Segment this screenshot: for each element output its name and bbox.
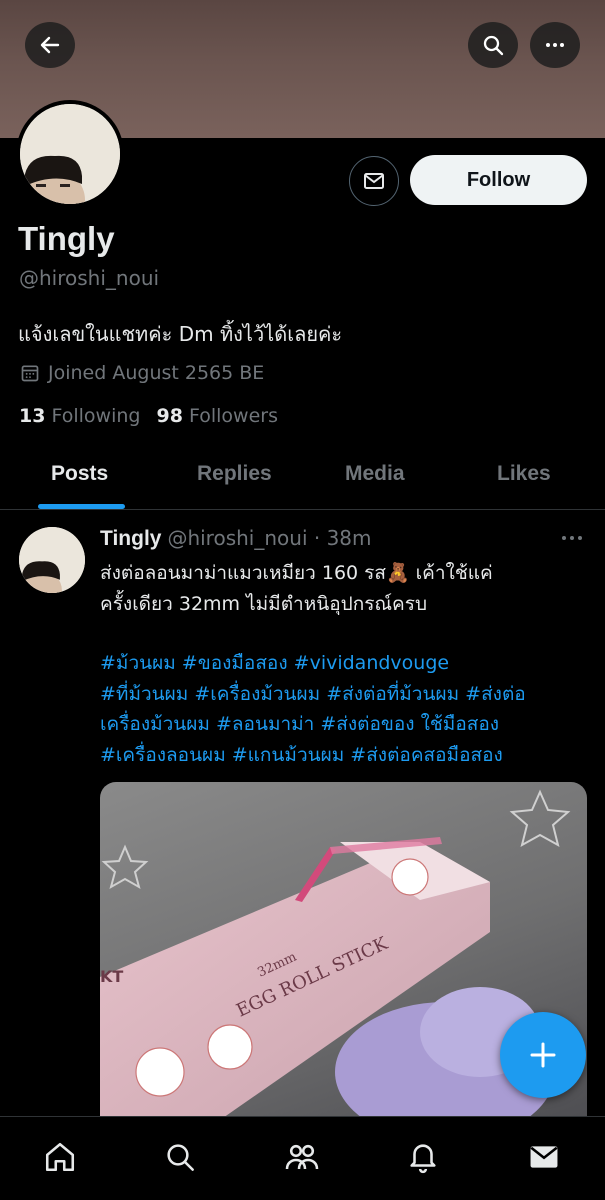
nav-search[interactable] [160, 1137, 200, 1177]
follow-stats: 13 Following 98 Followers [19, 405, 278, 427]
profile-bio: แจ้งเลขในแชทค่ะ Dm ทิ้งไว้ได้เลยค่ะ [18, 322, 343, 346]
post-handle-time: @hiroshi_noui · 38m [167, 526, 372, 550]
search-icon [167, 1144, 194, 1171]
nav-messages[interactable] [524, 1137, 564, 1177]
profile-name: Tingly [18, 220, 115, 257]
calendar-icon [21, 365, 39, 382]
post-author-name[interactable]: Tingly [100, 527, 161, 551]
following-link[interactable]: 13 Following [19, 405, 140, 427]
bottom-navigation [0, 1116, 605, 1200]
followers-link[interactable]: 98 Followers [156, 405, 278, 427]
svg-text:KT: KT [100, 967, 123, 986]
tab-likes[interactable]: Likes [497, 462, 551, 486]
post-header: Tingly @hiroshi_noui · 38m [100, 526, 372, 551]
post-text: ส่งต่อลอนมาม่าแมวเหมียว 160 รส🧸 เค้าใช้แ… [100, 562, 493, 615]
communities-icon [285, 1144, 319, 1170]
tab-replies[interactable]: Replies [197, 462, 272, 486]
profile-tabs: Posts Replies Media Likes [0, 448, 605, 510]
joined-text: Joined August 2565 BE [48, 362, 265, 384]
nav-communities[interactable] [282, 1137, 322, 1177]
more-options-button[interactable] [530, 22, 580, 68]
compose-button[interactable] [500, 1012, 586, 1098]
active-tab-indicator [38, 504, 125, 509]
arrow-left-icon [40, 36, 60, 54]
nav-notifications[interactable] [403, 1137, 443, 1177]
more-horizontal-icon [562, 536, 582, 540]
joined-date: Joined August 2565 BE [20, 362, 264, 384]
message-button[interactable] [349, 156, 399, 206]
envelope-icon [364, 173, 384, 189]
mail-icon [530, 1146, 558, 1168]
post-hashtags[interactable]: #ม้วนผม #ของมือสอง #vividandvouge #ที่ม้… [100, 648, 595, 770]
avatar-photo [20, 104, 120, 204]
post-more-button[interactable] [560, 530, 584, 550]
home-icon [45, 1142, 75, 1172]
tab-media[interactable]: Media [345, 462, 405, 486]
bell-icon [410, 1144, 436, 1174]
search-button[interactable] [468, 22, 518, 68]
plus-icon [530, 1042, 556, 1068]
more-horizontal-icon [546, 43, 564, 47]
follow-button[interactable]: Follow [410, 155, 587, 205]
tab-posts[interactable]: Posts [51, 462, 108, 486]
back-button[interactable] [25, 22, 75, 68]
post-author-avatar[interactable] [19, 527, 85, 593]
profile-handle: @hiroshi_noui [19, 266, 160, 290]
avatar-photo [19, 527, 85, 593]
profile-avatar[interactable] [16, 100, 124, 208]
nav-home[interactable] [40, 1137, 80, 1177]
search-icon [483, 35, 504, 56]
